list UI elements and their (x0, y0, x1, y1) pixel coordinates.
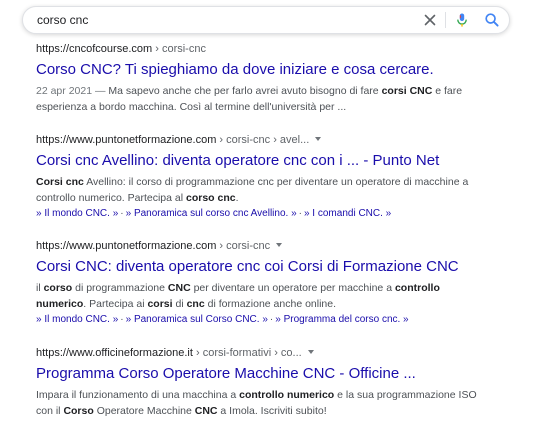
search-result: https://www.puntonetformazione.com › cor… (36, 239, 536, 327)
sitelink-separator: · (298, 208, 302, 219)
result-url[interactable]: https://www.puntonetformazione.com › cor… (36, 239, 536, 253)
result-domain: https://www.officineformazione.it (36, 347, 193, 359)
snippet-text: per diventare un operatore per macchine … (190, 282, 395, 294)
snippet-text: Ma sapevo anche che per farlo avrei avut… (108, 85, 382, 97)
result-domain: https://www.puntonetformazione.com (36, 134, 217, 146)
snippet-highlight: corso cnc (186, 192, 236, 204)
snippet-highlight: cnc (186, 298, 205, 310)
result-url[interactable]: https://www.officineformazione.it › cors… (36, 346, 536, 360)
result-title-link[interactable]: Programma Corso Operatore Macchine CNC -… (36, 364, 536, 384)
result-snippet: il corso di programmazione CNC per diven… (36, 280, 536, 312)
search-bar-divider (445, 12, 446, 28)
result-domain: https://www.puntonetformazione.com (36, 240, 217, 252)
snippet-text: e fare (432, 85, 463, 97)
result-path: › corsi-cnc (152, 43, 206, 55)
snippet-text: esperienza a bordo macchina. Così al ter… (36, 101, 347, 113)
sitelink-separator: · (120, 314, 124, 325)
result-menu-caret-icon[interactable] (307, 350, 314, 354)
search-result: https://cncofcourse.com › corsi-cnc Cors… (36, 42, 536, 115)
search-icon (485, 13, 499, 27)
result-domain: https://cncofcourse.com (36, 43, 153, 55)
snippet-highlight: controllo (394, 282, 440, 294)
search-input[interactable] (37, 12, 397, 28)
result-url[interactable]: https://www.puntonetformazione.com › cor… (36, 133, 536, 147)
result-title-link[interactable]: Corsi cnc Avellino: diventa operatore cn… (36, 151, 536, 171)
microphone-icon (457, 13, 467, 27)
result-snippet: 22 apr 2021 — Ma sapevo anche che per fa… (36, 83, 536, 115)
snippet-text: a Imola. Iscriviti subito! (217, 405, 327, 417)
search-button[interactable] (483, 11, 501, 29)
snippet-text: Avellino: il corso di programmazione cnc… (83, 176, 469, 188)
snippet-highlight: corsi (147, 298, 173, 310)
result-path: › corsi-cnc › avel... (216, 134, 310, 146)
result-url[interactable]: https://cncofcourse.com › corsi-cnc (36, 42, 536, 56)
snippet-text: di programmazione (72, 282, 168, 294)
snippet-text: con il (36, 405, 64, 417)
sitelink[interactable]: » Panoramica sul Corso CNC. » (126, 314, 268, 325)
sitelink[interactable]: » Il mondo CNC. » (36, 208, 118, 219)
result-path: › corsi-cnc (216, 240, 271, 252)
snippet-highlight: corsi CNC (381, 85, 433, 97)
snippet-highlight: Corsi cnc (36, 176, 84, 188)
snippet-text: di (172, 298, 187, 310)
close-icon (424, 14, 436, 26)
snippet-highlight: CNC (167, 282, 191, 294)
snippet-text: Operatore Macchine (93, 405, 195, 417)
snippet-highlight: numerico (36, 298, 84, 310)
result-menu-caret-icon[interactable] (315, 137, 322, 141)
snippet-date: 22 apr 2021 — (36, 85, 109, 97)
snippet-highlight: corso (43, 282, 73, 294)
result-title-link[interactable]: Corso CNC? Ti spieghiamo da dove iniziar… (36, 60, 536, 80)
result-path: › corsi-formativi › co... (192, 347, 302, 359)
snippet-text: controllo numerico. Partecipa al (36, 192, 186, 204)
snippet-text: Impara il funzionamento di una macchina … (36, 389, 240, 401)
clear-search-button[interactable] (421, 11, 439, 29)
sitelink[interactable]: » Il mondo CNC. » (36, 314, 118, 325)
snippet-highlight: CNC (194, 405, 218, 417)
snippet-highlight: controllo numerico (239, 389, 335, 401)
search-result: https://www.officineformazione.it › cors… (36, 346, 536, 419)
result-snippet: Corsi cnc Avellino: il corso di programm… (36, 174, 536, 206)
snippet-text: il (36, 282, 44, 294)
snippet-text: . Partecipa ai (83, 298, 148, 310)
sitelink[interactable]: » Panoramica sul corso cnc Avellino. » (126, 208, 297, 219)
search-result: https://www.puntonetformazione.com › cor… (36, 133, 536, 221)
search-bar (22, 6, 510, 34)
result-sitelinks: » Il mondo CNC. » ·» Panoramica sul Corso… (36, 313, 536, 327)
result-sitelinks: » Il mondo CNC. » ·» Panoramica sul corso… (36, 207, 536, 221)
snippet-highlight: Corso (63, 405, 94, 417)
sitelink[interactable]: » I comandi CNC. » (304, 208, 391, 219)
snippet-text: di formazione anche online. (204, 298, 337, 310)
sitelink-separator: · (120, 208, 124, 219)
result-menu-caret-icon[interactable] (276, 243, 283, 247)
snippet-text: . (235, 192, 239, 204)
result-title-link[interactable]: Corsi CNC: diventa operatore cnc coi Cor… (36, 257, 536, 277)
result-snippet: Impara il funzionamento di una macchina … (36, 387, 536, 419)
sitelink[interactable]: » Programma del corso cnc. » (275, 314, 408, 325)
voice-search-button[interactable] (453, 11, 471, 29)
snippet-text: e la sua programmazione ISO (334, 389, 477, 401)
